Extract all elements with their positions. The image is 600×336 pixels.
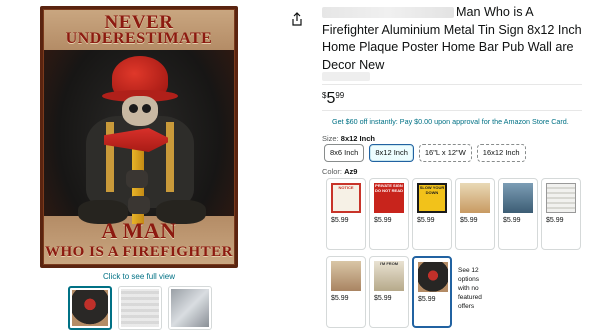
sign-artwork: NEVER UNDERESTIMATE A MAN WHO IS A FIREF… bbox=[43, 9, 235, 265]
redacted-brand bbox=[322, 72, 370, 81]
sign-text-line2: UNDERESTIMATE bbox=[65, 30, 213, 47]
share-icon[interactable] bbox=[291, 12, 303, 26]
product-title: Man Who is A Firefighter Aluminium Metal… bbox=[322, 5, 582, 72]
store-card-promo-link[interactable]: Get $60 off instantly: Pay $0.00 upon ap… bbox=[332, 117, 569, 126]
color-swatch-5[interactable]: $5.99 bbox=[498, 178, 538, 250]
price: $599 bbox=[322, 90, 345, 107]
color-swatch-2[interactable]: PRIVATE SIGN DO NOT READ $5.99 bbox=[369, 178, 409, 250]
color-swatch-3[interactable]: SLOW YOUR DOWN $5.99 bbox=[412, 178, 452, 250]
color-label: Color: Az9 bbox=[322, 167, 358, 176]
skull-graphic bbox=[122, 96, 158, 126]
thumbnail-2[interactable] bbox=[118, 286, 162, 330]
product-main-image[interactable]: NEVER UNDERESTIMATE A MAN WHO IS A FIREF… bbox=[40, 6, 238, 268]
size-label: Size: 8x12 Inch bbox=[322, 134, 375, 143]
see-full-view-link[interactable]: Click to see full view bbox=[40, 272, 238, 281]
color-swatch-8[interactable]: I'M FROM $5.99 bbox=[369, 256, 409, 328]
color-swatch-6[interactable]: $5.99 bbox=[541, 178, 581, 250]
thumbnail-strip bbox=[68, 286, 212, 330]
sign-text-line4: WHO IS A FIREFIGHTER bbox=[45, 244, 233, 260]
size-option-8x12[interactable]: 8x12 Inch bbox=[369, 144, 414, 162]
color-swatch-9-selected[interactable]: $5.99 bbox=[412, 256, 452, 328]
thumbnail-1[interactable] bbox=[68, 286, 112, 330]
color-swatch-4[interactable]: $5.99 bbox=[455, 178, 495, 250]
size-options: 8x6 Inch 8x12 Inch 16"L x 12"W 16x12 Inc… bbox=[324, 144, 526, 162]
firefighter-figure bbox=[44, 50, 234, 224]
color-swatch-1[interactable]: NOTICE $5.99 bbox=[326, 178, 366, 250]
thumbnail-3[interactable] bbox=[168, 286, 212, 330]
size-option-16x12[interactable]: 16x12 Inch bbox=[476, 144, 526, 162]
more-options-note[interactable]: See 12 options with no featured offers bbox=[455, 262, 495, 334]
sign-text-line3: A MAN bbox=[101, 218, 177, 243]
color-swatch-7[interactable]: $5.99 bbox=[326, 256, 366, 328]
size-option-8x6[interactable]: 8x6 Inch bbox=[324, 144, 365, 162]
redacted-text bbox=[322, 7, 454, 19]
size-option-16Lx12W[interactable]: 16"L x 12"W bbox=[418, 144, 472, 162]
